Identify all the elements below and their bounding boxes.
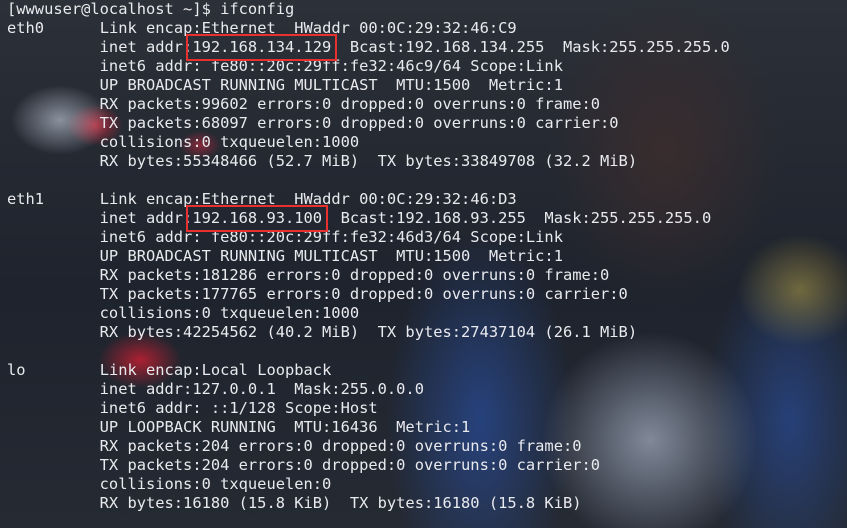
eth0-inet-line: inet addr:192.168.134.129 Bcast:192.168.…: [7, 38, 730, 56]
lo-rx-packets-line: RX packets:204 errors:0 dropped:0 overru…: [7, 437, 582, 455]
eth1-collisions-line: collisions:0 txqueuelen:1000: [7, 304, 360, 322]
lo-inet-line: inet addr:127.0.0.1 Mask:255.0.0.0: [7, 380, 424, 398]
eth1-inet-line: inet addr:192.168.93.100 Bcast:192.168.9…: [7, 209, 712, 227]
lo-line-1: lo Link encap:Local Loopback: [7, 361, 842, 380]
eth1-line-1: eth1 Link encap:Ethernet HWaddr 00:0C:29…: [7, 190, 842, 209]
eth0-ip-highlight-box: [186, 34, 338, 61]
lo-flags-line: UP LOOPBACK RUNNING MTU:16436 Metric:1: [7, 418, 471, 436]
terminal-output: [wwwuser@localhost ~]$ ifconfig eth0 Link…: [7, 0, 842, 513]
eth0-tx-packets-line: TX packets:68097 errors:0 dropped:0 over…: [7, 114, 619, 132]
eth0-rx-packets-line: RX packets:99602 errors:0 dropped:0 over…: [7, 95, 601, 113]
eth1-flags-line: UP BROADCAST RUNNING MULTICAST MTU:1500 …: [7, 247, 563, 265]
lo-collisions-line: collisions:0 txqueuelen:0: [7, 475, 332, 493]
eth1-rx-packets-line: RX packets:181286 errors:0 dropped:0 ove…: [7, 266, 610, 284]
lo-inet6-line: inet6 addr: ::1/128 Scope:Host: [7, 399, 378, 417]
eth1-bytes-line: RX bytes:42254562 (40.2 MiB) TX bytes:27…: [7, 323, 638, 341]
eth0-inet6-line: inet6 addr: fe80::20c:29ff:fe32:46c9/64 …: [7, 57, 563, 75]
eth1-name: eth1: [7, 190, 45, 208]
lo-name: lo: [7, 361, 26, 379]
eth0-bytes-line: RX bytes:55348466 (52.7 MiB) TX bytes:33…: [7, 152, 638, 170]
eth0-line-1: eth0 Link encap:Ethernet HWaddr 00:0C:29…: [7, 19, 842, 38]
command-prompt: [wwwuser@localhost ~]$ ifconfig: [7, 0, 295, 18]
eth1-inet6-line: inet6 addr: fe80::20c:29ff:fe32:46d3/64 …: [7, 228, 563, 246]
eth1-ip-highlight-box: [186, 205, 329, 232]
eth0-flags-line: UP BROADCAST RUNNING MULTICAST MTU:1500 …: [7, 76, 563, 94]
lo-tx-packets-line: TX packets:204 errors:0 dropped:0 overru…: [7, 456, 601, 474]
eth1-tx-packets-line: TX packets:177765 errors:0 dropped:0 ove…: [7, 285, 628, 303]
eth0-collisions-line: collisions:0 txqueuelen:1000: [7, 133, 360, 151]
eth0-name: eth0: [7, 19, 45, 37]
lo-line-1-text: Link encap:Local Loopback: [99, 361, 332, 379]
lo-bytes-line: RX bytes:16180 (15.8 KiB) TX bytes:16180…: [7, 494, 582, 512]
